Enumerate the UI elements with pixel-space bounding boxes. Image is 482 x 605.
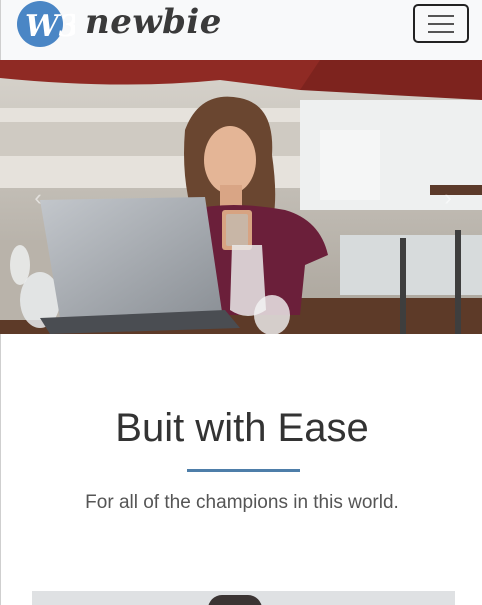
card-photo-fragment [208, 595, 262, 605]
chevron-right-icon: › [444, 185, 452, 210]
logo-text: W3 [25, 9, 75, 44]
hero-section: Buit with Ease For all of the champions … [0, 334, 482, 605]
card-image-preview [32, 591, 455, 605]
brand-name: newbie [85, 2, 222, 42]
navbar-toggle-button[interactable] [413, 4, 469, 43]
navbar: W3 newbie [0, 0, 482, 60]
image-carousel: ‹ › [0, 60, 482, 334]
brand-logo-link[interactable]: W3 newbie [15, 0, 221, 50]
hero-photo [0, 60, 482, 334]
hero-title: Buit with Ease [115, 406, 369, 450]
carousel-next-button[interactable]: › [428, 178, 468, 218]
hero-subtitle: For all of the champions in this world. [85, 492, 399, 513]
carousel-prev-button[interactable]: ‹ [18, 178, 58, 218]
w3-logo-icon: W3 [17, 1, 75, 47]
title-divider [187, 469, 300, 472]
chevron-left-icon: ‹ [34, 185, 42, 210]
